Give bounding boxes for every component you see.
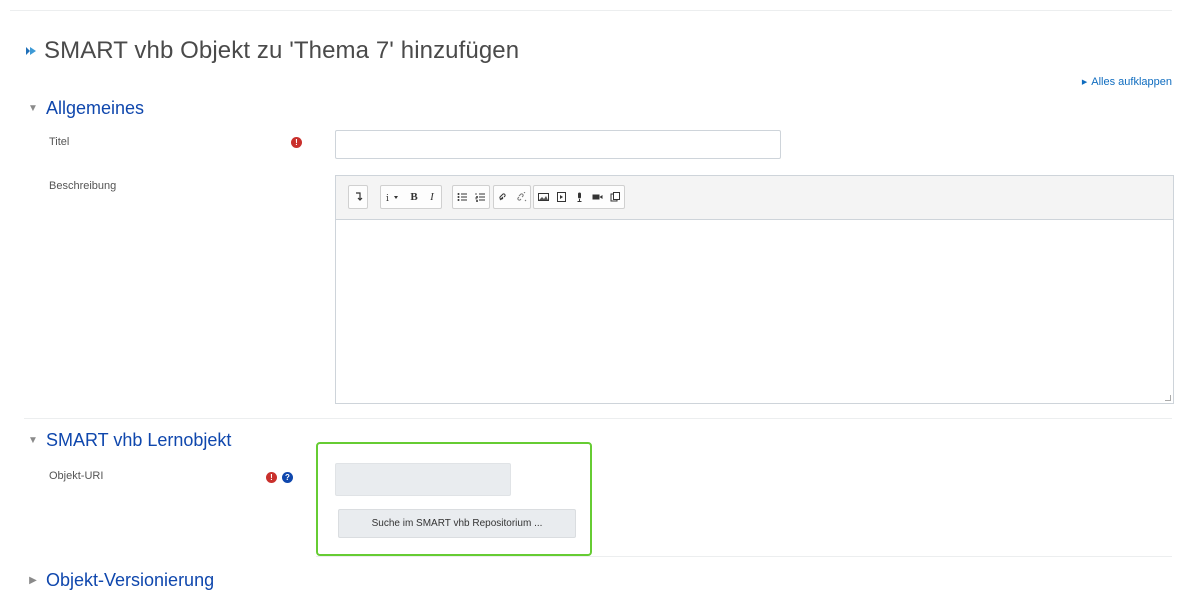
unordered-list-icon[interactable] [453, 186, 471, 208]
section-general-header[interactable]: ▼ Allgemeines [28, 98, 144, 119]
chevron-down-icon: ▼ [28, 435, 38, 446]
caret-right-icon: ▶ [1081, 79, 1088, 86]
image-icon[interactable] [534, 186, 552, 208]
link-icon[interactable] [494, 186, 512, 208]
section-general-title: Allgemeines [46, 98, 145, 118]
required-icon: ! [266, 472, 277, 483]
resize-grip-icon[interactable] [1165, 395, 1171, 401]
section-divider [316, 556, 1172, 557]
object-uri-input [335, 463, 511, 496]
show-more-icon[interactable] [349, 186, 367, 208]
top-divider [10, 10, 1172, 11]
toolbar-group-format: i B I [380, 185, 442, 209]
chevron-down-icon: ▼ [28, 103, 38, 114]
title-label: Titel [49, 136, 70, 148]
editor-toolbar: i B I [336, 176, 1173, 220]
chevron-right-icon: ▶ [29, 575, 37, 586]
description-label: Beschreibung [49, 180, 117, 192]
section-versioning-header[interactable]: ▶ Objekt-Versionierung [28, 570, 214, 591]
unlink-icon[interactable] [512, 186, 530, 208]
help-icon[interactable]: ? [282, 472, 293, 483]
record-video-icon[interactable] [588, 186, 606, 208]
section-versioning-title: Objekt-Versionierung [46, 570, 215, 590]
toolbar-group-media [533, 185, 625, 209]
description-text-area[interactable] [336, 221, 1173, 403]
italic-icon[interactable]: I [423, 186, 441, 208]
toolbar-group-links [493, 185, 531, 209]
page-heading: SMART vhb Objekt zu 'Thema 7' hinzufügen [24, 37, 519, 65]
bold-icon[interactable]: B [405, 186, 423, 208]
svg-text:i: i [386, 194, 389, 202]
toolbar-group-lists [452, 185, 490, 209]
required-icon: ! [291, 137, 302, 148]
record-audio-icon[interactable] [570, 186, 588, 208]
paragraph-style-icon[interactable]: i [381, 186, 405, 208]
media-icon[interactable] [552, 186, 570, 208]
expand-all-label: Alles aufklappen [1091, 76, 1172, 88]
manage-files-icon[interactable] [606, 186, 624, 208]
page-title: SMART vhb Objekt zu 'Thema 7' hinzufügen [44, 37, 520, 64]
section-learning-object-title: SMART vhb Lernobjekt [46, 430, 232, 450]
search-repository-button[interactable]: Suche im SMART vhb Repositorium ... [338, 509, 576, 538]
toolbar-group-more [348, 185, 368, 209]
ordered-list-icon[interactable] [471, 186, 489, 208]
section-learning-object-header[interactable]: ▼ SMART vhb Lernobjekt [28, 430, 231, 451]
expand-all-link[interactable]: ▶ Alles aufklappen [1082, 76, 1172, 88]
title-input[interactable] [335, 130, 781, 159]
section-divider [24, 418, 1172, 419]
smart-object-icon [26, 47, 36, 55]
highlight-frame [316, 442, 592, 556]
object-uri-label: Objekt-URI [49, 470, 104, 482]
description-editor: i B I [335, 175, 1174, 404]
